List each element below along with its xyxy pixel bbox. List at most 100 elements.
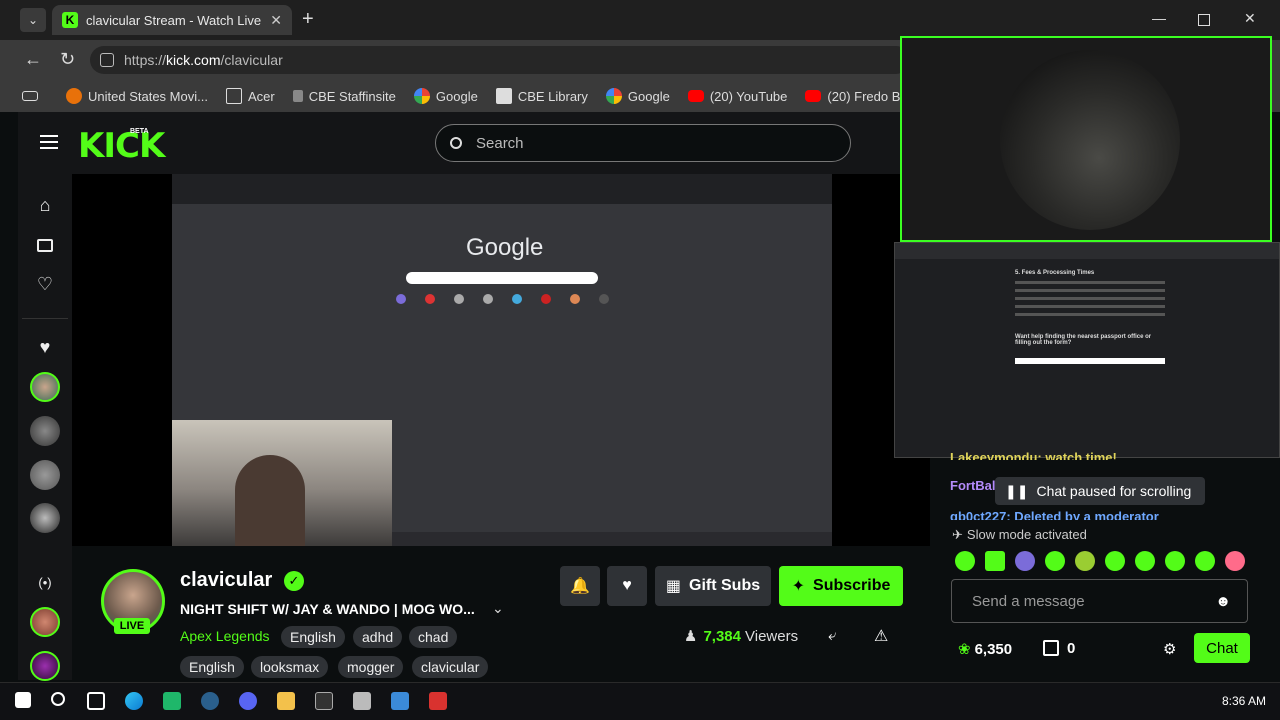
subscribe-label: Subscribe [813, 577, 891, 594]
overlay-document: 5. Fees & Processing Times Want help fin… [1015, 270, 1165, 450]
apex-legends-icon[interactable] [429, 692, 447, 710]
task-view-icon[interactable] [87, 692, 105, 710]
site-info-icon[interactable] [100, 53, 114, 67]
maximize-icon[interactable] [1198, 14, 1210, 26]
tab-close-icon[interactable]: ✕ [270, 12, 282, 29]
kick-logo[interactable]: KICK [78, 126, 165, 166]
gift-icon: ▦ [665, 578, 681, 595]
search-input[interactable]: Search [435, 124, 851, 162]
notifications-bell-button[interactable]: 🔔 [560, 566, 600, 606]
home-icon[interactable]: ⌂ [33, 193, 57, 217]
bookmark-item[interactable]: Acer [225, 88, 275, 104]
bookmark-item[interactable]: Google [413, 88, 478, 104]
emote-icon[interactable] [1075, 551, 1095, 571]
tag[interactable]: mogger [338, 656, 404, 678]
tag[interactable]: chad [409, 626, 458, 648]
windows-start-icon[interactable] [15, 692, 31, 708]
emote-icon[interactable] [1135, 551, 1155, 571]
channel-points[interactable]: ❀ 6,350 [958, 640, 1012, 659]
chat-message: gb0ct227: Deleted by a moderator [950, 509, 1159, 520]
doc-row [1015, 313, 1165, 316]
emote-icon[interactable] [1015, 551, 1035, 571]
steam-icon[interactable] [201, 692, 219, 710]
youtube-icon [805, 90, 822, 102]
tag[interactable]: clavicular [412, 656, 489, 678]
tag[interactable]: adhd [353, 626, 403, 648]
channel-name[interactable]: clavicular [180, 569, 272, 592]
followed-channel-avatar[interactable] [30, 460, 60, 490]
bookmark-item[interactable]: (20) YouTube [687, 89, 787, 104]
chat-send-button[interactable]: Chat [1194, 633, 1250, 663]
taskbar-clock[interactable]: 8:36 AM [1222, 694, 1266, 708]
bookmarks-icon[interactable] [22, 91, 38, 101]
chevron-down-icon[interactable]: ⌄ [492, 600, 504, 617]
bookmark-favicon-icon [66, 88, 82, 104]
epic-games-icon[interactable] [315, 692, 333, 710]
app-icon[interactable] [353, 692, 371, 710]
search-icon[interactable] [51, 692, 65, 706]
bookmark-label: CBE Staffinsite [308, 88, 396, 104]
emote-icon[interactable] [985, 551, 1005, 571]
bookmark-item[interactable]: CBE Library [495, 88, 588, 104]
gift-subs-button[interactable]: ▦ Gift Subs [655, 566, 771, 606]
overlay-browser-chrome [895, 243, 1279, 259]
emoji-icon[interactable]: ☻ [1215, 593, 1231, 610]
emote-icon[interactable] [1195, 551, 1215, 571]
emote-icon[interactable] [1165, 551, 1185, 571]
new-tab-icon[interactable]: + [302, 8, 314, 31]
shortcut-icon [454, 294, 464, 304]
followed-channel-avatar[interactable] [30, 503, 60, 533]
live-badge: LIVE [114, 618, 150, 634]
bookmark-item[interactable]: United States Movi... [66, 88, 208, 104]
browser-tab-active[interactable]: K clavicular Stream - Watch Live on K ✕ [52, 5, 292, 35]
url-field[interactable]: https://kick.com/clavicular [90, 46, 910, 74]
app-icon[interactable] [163, 692, 181, 710]
minimize-icon[interactable]: — [1152, 10, 1166, 26]
points-icon: ❀ [958, 641, 971, 658]
live-channel-avatar[interactable] [30, 651, 60, 681]
followed-channels-icon[interactable]: ♥ [33, 335, 57, 359]
browse-icon[interactable] [33, 233, 57, 257]
tag[interactable]: English [281, 626, 345, 648]
subscribe-button[interactable]: ✦ Subscribe [779, 566, 903, 606]
live-channel-avatar[interactable] [30, 607, 60, 637]
edge-icon[interactable] [125, 692, 143, 710]
google-logo: Google [466, 234, 544, 261]
star-icon: ✦ [791, 578, 806, 595]
tag[interactable]: looksmax [251, 656, 329, 678]
overlay-doc-heading: 5. Fees & Processing Times [1015, 270, 1095, 276]
kick-favicon-icon: K [62, 12, 78, 28]
followed-channel-avatar[interactable] [30, 372, 60, 402]
chat-username[interactable]: FortBal [950, 478, 996, 493]
report-warning-icon[interactable]: ⚠ [874, 626, 888, 646]
bookmark-item[interactable]: Google [605, 88, 670, 104]
emote-icon[interactable] [1105, 551, 1125, 571]
chat-settings-gear-icon[interactable]: ⚙ [1163, 640, 1176, 658]
chat-paused-banner[interactable]: ❚❚ Chat paused for scrolling [995, 477, 1205, 505]
chat-message-input[interactable]: Send a message ☻ [951, 579, 1248, 623]
drops-count: 0 [1067, 640, 1076, 657]
stream-category[interactable]: Apex Legends [180, 628, 270, 644]
tag[interactable]: English [180, 656, 244, 678]
share-icon[interactable]: ⤶ [828, 627, 836, 644]
drops-icon[interactable] [1043, 640, 1059, 656]
window-close-icon[interactable]: ✕ [1244, 10, 1256, 27]
followed-channel-avatar[interactable] [30, 416, 60, 446]
bookmark-item[interactable]: CBE Staffinsite [292, 88, 396, 104]
live-broadcast-icon[interactable]: (•) [33, 570, 57, 594]
emote-icon[interactable] [955, 551, 975, 571]
following-icon[interactable]: ♡ [33, 272, 57, 296]
store-icon[interactable] [391, 692, 409, 710]
shortcut-icon [483, 294, 493, 304]
follow-heart-button[interactable]: ♥ [607, 566, 647, 606]
tab-list-chevron-icon[interactable]: ⌄ [20, 8, 46, 32]
reload-icon[interactable]: ↻ [60, 49, 75, 70]
menu-icon[interactable] [40, 135, 58, 149]
file-explorer-icon[interactable] [277, 692, 295, 710]
back-icon[interactable]: ← [24, 49, 42, 70]
discord-icon[interactable] [239, 692, 257, 710]
library-icon [495, 88, 512, 104]
emote-icon[interactable] [1225, 551, 1245, 571]
emote-icon[interactable] [1045, 551, 1065, 571]
search-icon [450, 137, 462, 149]
